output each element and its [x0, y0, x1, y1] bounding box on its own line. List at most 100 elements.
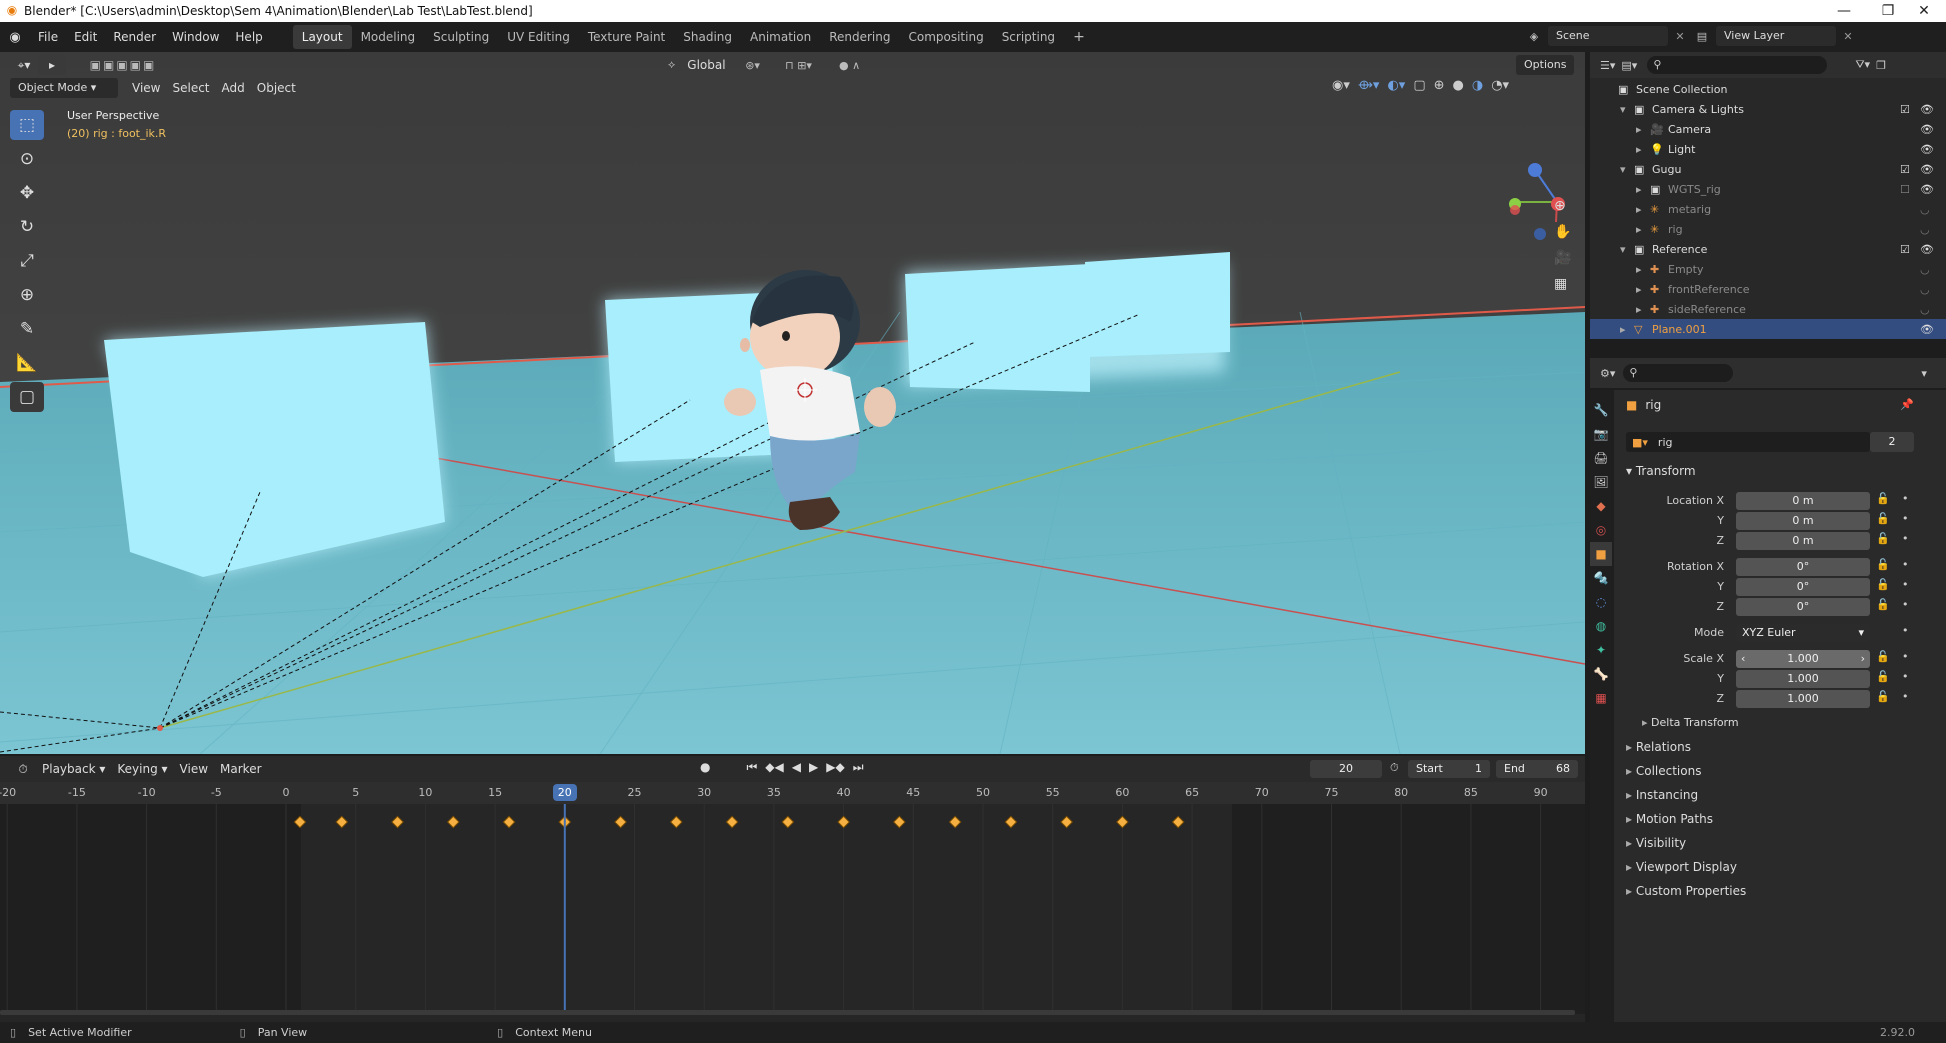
scene-field[interactable]: Scene [1548, 26, 1668, 46]
shading-material-icon[interactable]: ◑ [1472, 78, 1483, 93]
expand-arrow-icon[interactable]: ▸ [1620, 323, 1634, 336]
panel-header-collections[interactable]: ▸ Collections [1626, 764, 1701, 778]
lock-icon[interactable]: 🔓 [1876, 650, 1890, 663]
rotation-z-field[interactable]: 0° [1736, 598, 1870, 616]
visibility-eye-icon[interactable]: ◡ [1920, 303, 1930, 316]
rotation-x-field[interactable]: 0° [1736, 558, 1870, 576]
keyframe-marker[interactable] [892, 815, 906, 829]
panel-header-visibility[interactable]: ▸ Visibility [1626, 836, 1686, 850]
expand-arrow-icon[interactable]: ▸ [1636, 143, 1650, 156]
panel-header-delta-transform[interactable]: ▸ Delta Transform [1642, 716, 1739, 729]
pin-icon[interactable]: 📌 [1900, 398, 1914, 411]
expand-arrow-icon[interactable]: ▾ [1620, 103, 1634, 116]
rotation-mode-dropdown[interactable]: XYZ Euler ▾ [1736, 624, 1870, 642]
display-mode-icon[interactable]: ▤▾ [1621, 59, 1637, 72]
visibility-eye-icon[interactable]: ◡ [1920, 283, 1930, 296]
keyframe-marker[interactable] [781, 815, 795, 829]
orientation-dropdown[interactable]: Global [681, 55, 731, 75]
object-tab-icon[interactable]: ■ [1590, 542, 1612, 566]
keyframe-dot-icon[interactable]: • [1902, 670, 1909, 683]
outliner-row[interactable]: ▸ 🎥 Camera 👁 [1590, 119, 1946, 139]
menu-select[interactable]: Select [166, 78, 215, 98]
world-tab-icon[interactable]: ◎ [1590, 518, 1612, 542]
delete-scene-icon[interactable]: ✕ [1672, 30, 1688, 43]
jump-end-icon[interactable]: ⏭ [853, 760, 864, 775]
properties-search-input[interactable]: ⚲ [1623, 364, 1734, 382]
keyframe-dot-icon[interactable]: • [1902, 532, 1909, 545]
armature-data-tab-icon[interactable]: 🦴 [1590, 662, 1612, 686]
expand-arrow-icon[interactable]: ▸ [1636, 263, 1650, 276]
location-x-field[interactable]: 0 m [1736, 492, 1870, 510]
keyframe-marker[interactable] [1171, 815, 1185, 829]
3d-viewport[interactable] [0, 52, 1585, 754]
keyframe-marker[interactable] [1116, 815, 1129, 829]
exclude-checkbox[interactable]: ☐ [1900, 183, 1910, 196]
lock-icon[interactable]: 🔓 [1876, 690, 1890, 703]
rotate-tool-icon[interactable]: ↻ [10, 212, 44, 242]
keyframe-dot-icon[interactable]: • [1902, 650, 1909, 663]
expand-arrow-icon[interactable]: ▸ [1636, 223, 1650, 236]
gizmo-icon[interactable]: ⟴▾ [1358, 78, 1380, 93]
minimize-icon[interactable]: — [1822, 0, 1866, 22]
properties-editor-type-icon[interactable]: ⚙▾ [1600, 367, 1615, 380]
keyframe-marker[interactable] [614, 815, 627, 829]
panel-header-custom-properties[interactable]: ▸ Custom Properties [1626, 884, 1746, 898]
expand-arrow-icon[interactable]: ▸ [1636, 303, 1650, 316]
modifier-tab-icon[interactable]: 🔩 [1590, 566, 1612, 590]
next-keyframe-icon[interactable]: ▶◆ [826, 760, 844, 775]
location-z-field[interactable]: 0 m [1736, 532, 1870, 550]
tab-texture-paint[interactable]: Texture Paint [579, 25, 674, 49]
keyframe-dot-icon[interactable]: • [1902, 578, 1909, 591]
tab-shading[interactable]: Shading [674, 25, 741, 49]
keyframe-marker[interactable] [502, 815, 516, 829]
keyframe-marker[interactable] [948, 815, 962, 829]
keyframe-dot-icon[interactable]: • [1902, 624, 1909, 637]
menu-view[interactable]: View [126, 78, 166, 98]
visibility-eye-icon[interactable]: 👁 [1920, 323, 1934, 336]
keyframe-marker[interactable] [391, 815, 404, 829]
close-icon[interactable]: ✕ [1902, 0, 1946, 22]
users-count[interactable]: 2 [1870, 432, 1914, 452]
keyframe-marker[interactable] [1004, 815, 1018, 829]
start-frame-field[interactable]: Start 1 [1408, 760, 1490, 778]
prev-keyframe-icon[interactable]: ◆◀ [765, 760, 783, 775]
view-layer-tab-icon[interactable]: 🖼 [1590, 470, 1612, 494]
visibility-eye-icon[interactable]: 👁 [1920, 243, 1934, 256]
menu-playback[interactable]: Playback ▾ [36, 759, 111, 779]
menu-timeline-view[interactable]: View [174, 759, 214, 779]
visibility-eye-icon[interactable]: 👁 [1920, 103, 1934, 116]
view-layer-icon[interactable]: ▤ [1692, 30, 1712, 43]
keyframe-marker[interactable] [725, 815, 739, 829]
outliner-row[interactable]: ▸ ✚ frontReference ◡ [1590, 279, 1946, 299]
constraints-tab-icon[interactable]: ✦ [1590, 638, 1612, 662]
tab-layout[interactable]: Layout [292, 25, 352, 49]
pivot-icon[interactable]: ⊛▾ [738, 59, 768, 72]
select-mode-icon[interactable]: ▸ [38, 55, 66, 75]
tab-animation[interactable]: Animation [741, 25, 820, 49]
lock-icon[interactable]: 🔓 [1876, 578, 1890, 591]
lock-icon[interactable]: 🔓 [1876, 512, 1890, 525]
keyframe-dot-icon[interactable]: • [1902, 690, 1909, 703]
view-layer-field[interactable]: View Layer [1716, 26, 1836, 46]
lock-icon[interactable]: 🔓 [1876, 492, 1890, 505]
select-box-tool-icon[interactable]: ⬚ [10, 110, 44, 140]
visibility-eye-icon[interactable]: 👁 [1920, 143, 1934, 156]
auto-keying-icon[interactable]: ● [700, 760, 710, 775]
snap-icon[interactable]: ⊓ ⊞▾ [774, 59, 824, 72]
options-dropdown[interactable]: Options [1516, 55, 1575, 75]
annotate-tool-icon[interactable]: ✎ [10, 314, 44, 344]
outliner-row[interactable]: ▸ ✳ rig ◡ [1590, 219, 1946, 239]
current-frame-indicator[interactable]: 20 [552, 784, 577, 801]
menu-object[interactable]: Object [251, 78, 302, 98]
scene-icon[interactable]: ◈ [1524, 30, 1544, 43]
outliner-row[interactable]: ▣ Scene Collection [1590, 79, 1946, 99]
outliner-row[interactable]: ▸ 💡 Light 👁 [1590, 139, 1946, 159]
timeline-ruler[interactable]: -20 -15 -10 -5 0 5 10 15 20 25 30 35 40 45 50 55 60 65 70 7… [0, 782, 1585, 804]
lock-icon[interactable]: 🔓 [1876, 670, 1890, 683]
exclude-checkbox[interactable]: ☑ [1900, 103, 1910, 116]
menu-help[interactable]: Help [227, 25, 270, 49]
keyframe-dot-icon[interactable]: • [1902, 598, 1909, 611]
outliner[interactable]: ☰▾ ▤▾ ⚲ ⛛▾ ❐ ▣ Scene Collection ▾ ▣ Camera &… [1590, 52, 1946, 339]
shading-rendered-icon[interactable]: ◔▾ [1491, 78, 1509, 93]
keyframe-marker[interactable] [446, 815, 460, 829]
